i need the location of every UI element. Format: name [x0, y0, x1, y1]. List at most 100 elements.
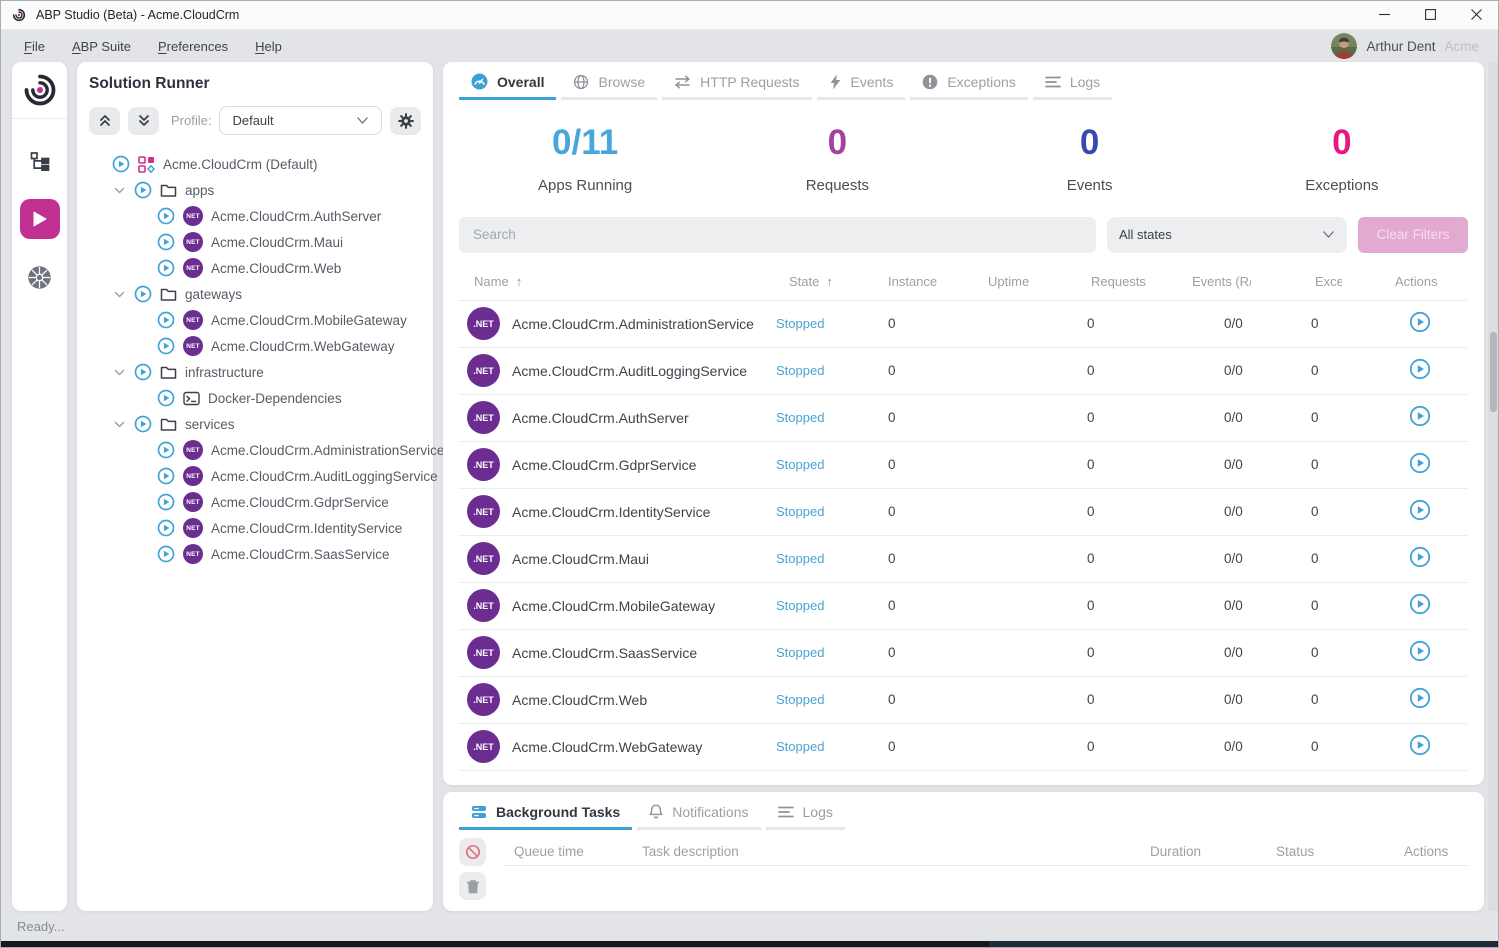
tab[interactable]: Overall: [459, 66, 556, 100]
search-input[interactable]: [459, 217, 1096, 253]
folder-icon: [160, 287, 177, 302]
run-icon[interactable]: [157, 519, 175, 537]
profile-select[interactable]: Default: [219, 106, 382, 135]
run-icon[interactable]: [157, 545, 175, 563]
menu-item[interactable]: File: [24, 39, 45, 54]
solution-explorer-icon[interactable]: [20, 141, 60, 181]
column-header[interactable]: State↑: [774, 274, 871, 289]
tab[interactable]: Notifications: [637, 797, 760, 830]
collapse-all-button[interactable]: [89, 107, 120, 135]
start-service-button[interactable]: [1409, 640, 1431, 662]
start-service-button[interactable]: [1409, 311, 1431, 333]
service-name: Acme.CloudCrm.MobileGateway: [512, 598, 715, 614]
tree-item[interactable]: Acme.CloudCrm (Default): [89, 151, 421, 177]
tree-item[interactable]: Docker-Dependencies: [89, 385, 421, 411]
menu-item[interactable]: Help: [255, 39, 282, 54]
tree-item[interactable]: NET Acme.CloudCrm.SaasService: [89, 541, 421, 567]
run-icon[interactable]: [134, 181, 152, 199]
run-icon[interactable]: [157, 233, 175, 251]
tree-item[interactable]: NET Acme.CloudCrm.Web: [89, 255, 421, 281]
scrollbar-thumb[interactable]: [1490, 332, 1497, 412]
maximize-button[interactable]: [1407, 0, 1453, 30]
tree-item[interactable]: NET Acme.CloudCrm.IdentityService: [89, 515, 421, 541]
abp-logo[interactable]: [12, 62, 67, 119]
expand-all-button[interactable]: [128, 107, 159, 135]
service-requests: 0: [1075, 410, 1174, 425]
tab-label: Background Tasks: [496, 804, 620, 820]
column-header[interactable]: Exceptions↑: [1297, 274, 1395, 289]
run-icon[interactable]: [157, 337, 175, 355]
column-header[interactable]: Instance↑: [871, 274, 971, 289]
start-service-button[interactable]: [1409, 499, 1431, 521]
tree-item[interactable]: NET Acme.CloudCrm.MobileGateway: [89, 307, 421, 333]
tree-item[interactable]: apps: [89, 177, 421, 203]
column-header[interactable]: Events (R/S)↑: [1174, 274, 1297, 289]
table-row: .NET Acme.CloudCrm.WebGateway Stopped 0 …: [459, 723, 1468, 770]
tab[interactable]: Logs: [766, 797, 845, 830]
run-icon[interactable]: [157, 467, 175, 485]
chevron-down-icon[interactable]: [113, 418, 126, 431]
chevron-down-icon[interactable]: [113, 366, 126, 379]
tab[interactable]: Exceptions: [910, 66, 1027, 100]
run-icon[interactable]: [134, 363, 152, 381]
window-title: ABP Studio (Beta) - Acme.CloudCrm: [36, 8, 239, 22]
dotnet-badge-icon: NET: [183, 440, 203, 460]
user-area[interactable]: Arthur Dent Acme: [1331, 33, 1479, 59]
column-header[interactable]: Actions↑: [1395, 274, 1468, 289]
service-instance: 0: [871, 316, 971, 331]
start-service-button[interactable]: [1409, 452, 1431, 474]
tab[interactable]: Events: [817, 66, 906, 100]
tree-item[interactable]: services: [89, 411, 421, 437]
dotnet-badge-icon: NET: [183, 466, 203, 486]
vertical-scrollbar[interactable]: [1488, 62, 1499, 911]
clear-filters-button[interactable]: Clear Filters: [1358, 217, 1468, 253]
start-service-button[interactable]: [1409, 358, 1431, 380]
start-service-button[interactable]: [1409, 546, 1431, 568]
close-button[interactable]: [1453, 0, 1499, 30]
tab[interactable]: Background Tasks: [459, 797, 632, 830]
tasks-icon: [471, 805, 487, 819]
tree-item[interactable]: NET Acme.CloudCrm.AuditLoggingService: [89, 463, 421, 489]
run-icon[interactable]: [157, 311, 175, 329]
start-service-button[interactable]: [1409, 734, 1431, 756]
service-state: Stopped: [774, 645, 871, 660]
tab[interactable]: Browse: [561, 66, 657, 100]
solution-runner-icon[interactable]: [20, 199, 60, 239]
menu-item[interactable]: ABP Suite: [72, 39, 131, 54]
runner-settings-button[interactable]: [390, 107, 421, 135]
state-filter-select[interactable]: All states: [1107, 217, 1347, 253]
run-icon[interactable]: [157, 493, 175, 511]
run-icon[interactable]: [134, 285, 152, 303]
service-events: 0/0: [1174, 410, 1297, 425]
run-icon[interactable]: [157, 207, 175, 225]
tree-item[interactable]: infrastructure: [89, 359, 421, 385]
tree-item[interactable]: NET Acme.CloudCrm.WebGateway: [89, 333, 421, 359]
service-name: Acme.CloudCrm.IdentityService: [512, 504, 710, 520]
run-icon[interactable]: [112, 155, 130, 173]
tree-item[interactable]: NET Acme.CloudCrm.Maui: [89, 229, 421, 255]
minimize-button[interactable]: [1361, 0, 1407, 30]
chevron-down-icon[interactable]: [113, 184, 126, 197]
clear-tasks-button[interactable]: [459, 872, 486, 900]
chevron-down-icon[interactable]: [113, 288, 126, 301]
tree-item[interactable]: gateways: [89, 281, 421, 307]
column-header[interactable]: Uptime↑: [971, 274, 1075, 289]
column-header[interactable]: Name↑: [459, 274, 774, 289]
column-header[interactable]: Requests↑: [1075, 274, 1174, 289]
run-icon[interactable]: [157, 389, 175, 407]
start-service-button[interactable]: [1409, 593, 1431, 615]
start-service-button[interactable]: [1409, 405, 1431, 427]
tree-item[interactable]: NET Acme.CloudCrm.GdprService: [89, 489, 421, 515]
kubernetes-icon[interactable]: [20, 257, 60, 297]
run-icon[interactable]: [157, 441, 175, 459]
tree-item[interactable]: NET Acme.CloudCrm.AdministrationService: [89, 437, 421, 463]
cancel-tasks-button[interactable]: [459, 838, 486, 866]
run-icon[interactable]: [134, 415, 152, 433]
run-icon[interactable]: [157, 259, 175, 277]
tab[interactable]: HTTP Requests: [662, 66, 811, 100]
table-row: .NET Acme.CloudCrm.IdentityService Stopp…: [459, 488, 1468, 535]
tree-item[interactable]: NET Acme.CloudCrm.AuthServer: [89, 203, 421, 229]
menu-item[interactable]: Preferences: [158, 39, 228, 54]
tab[interactable]: Logs: [1033, 66, 1112, 100]
start-service-button[interactable]: [1409, 687, 1431, 709]
